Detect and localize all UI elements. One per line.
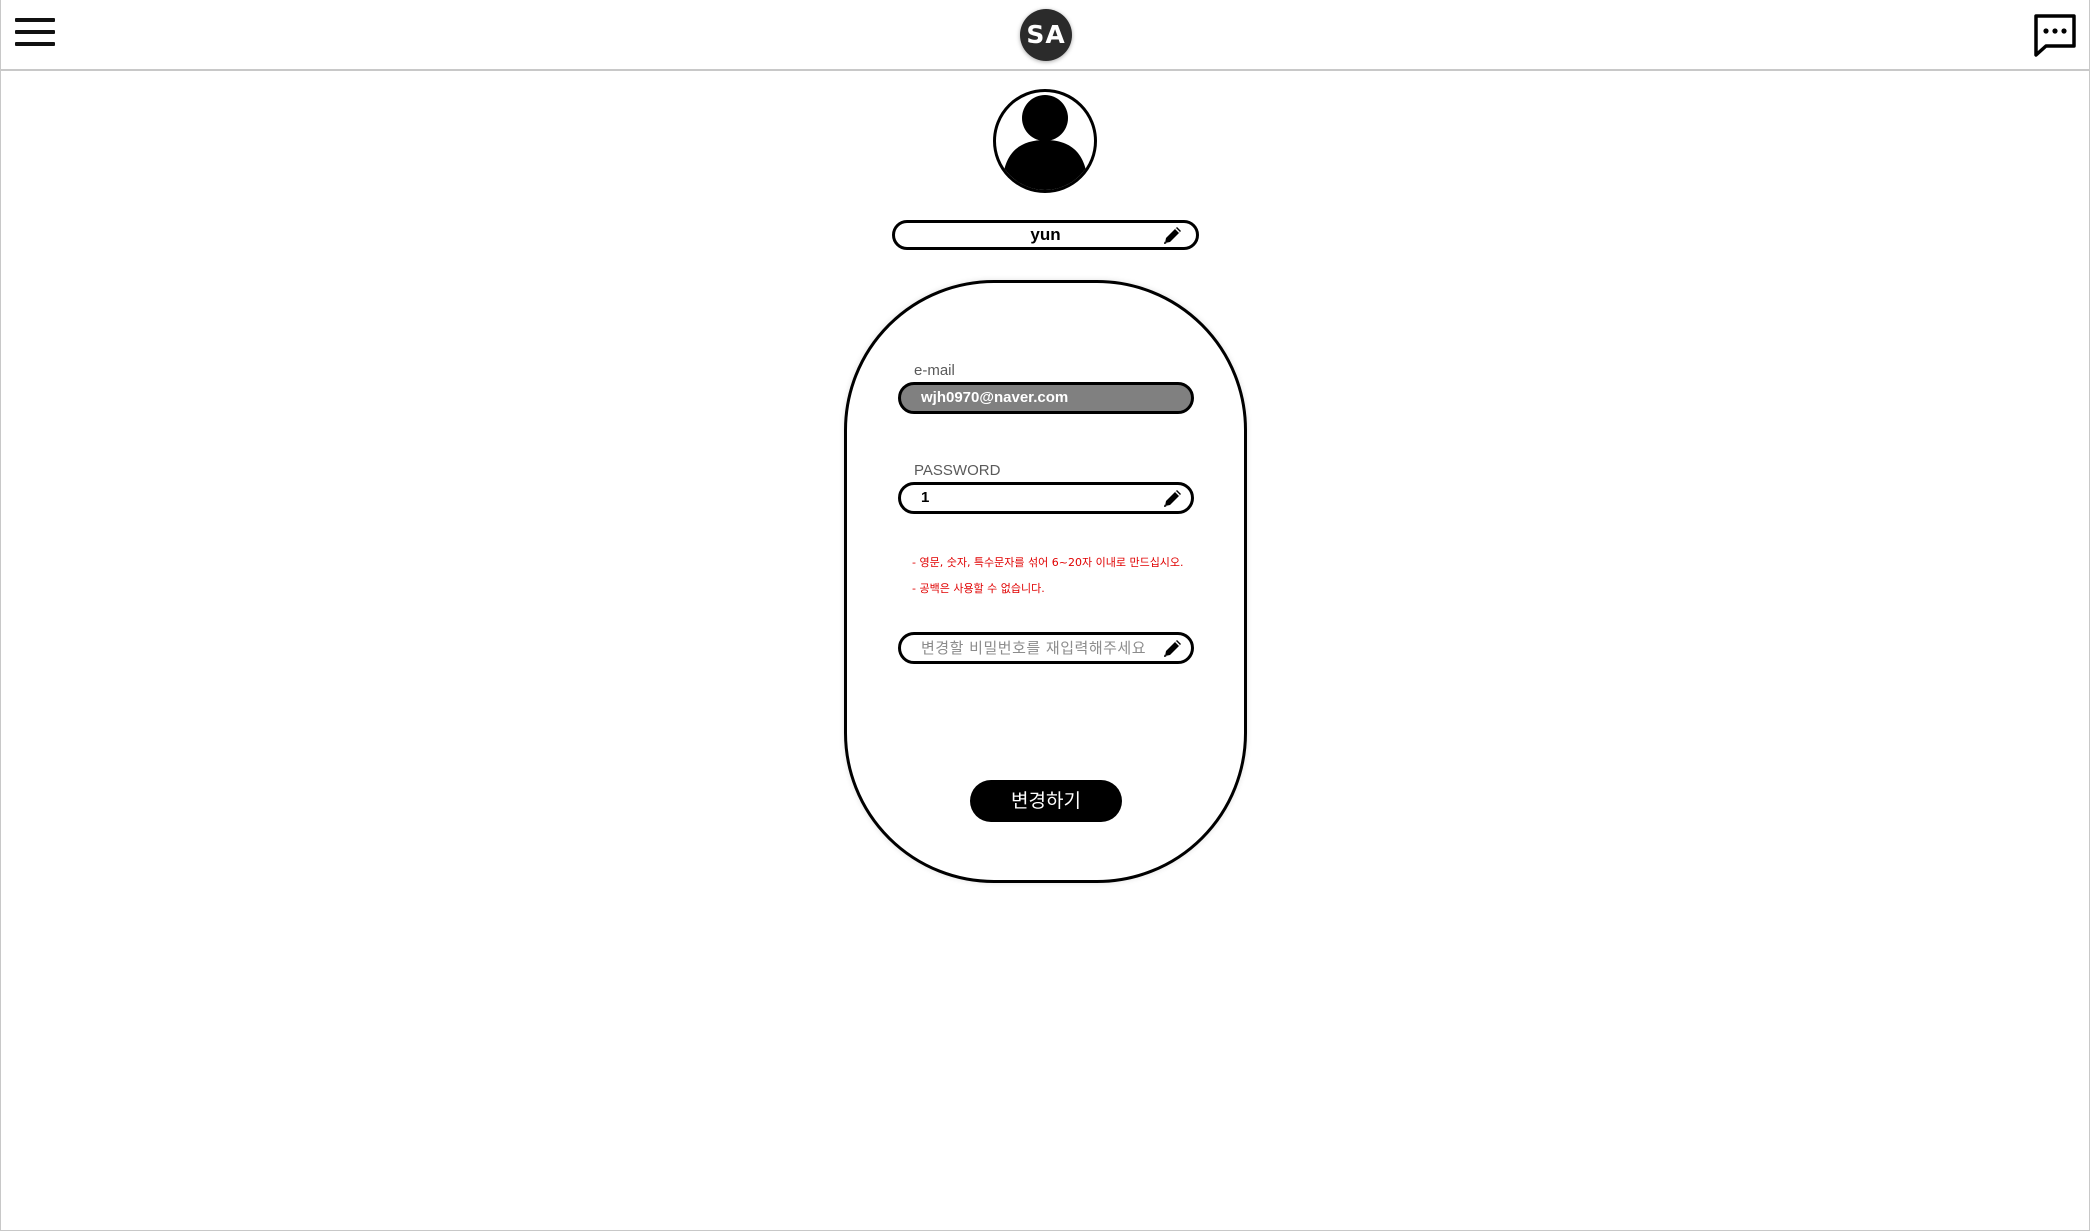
password-hint: - 공백은 사용할 수 없습니다. [912,582,1045,595]
password-hint: - 영문, 숫자, 특수문자를 섞어 6~20자 이내로 만드십시오. [912,556,1184,569]
password-label: PASSWORD [914,462,1001,479]
profile-page: SA yun e-mail wjh0970@naver.com PASSWORD… [0,0,2090,1231]
pencil-icon[interactable] [1162,637,1184,659]
password-confirm-placeholder: 변경할 비밀번호를 재입력해주세요 [921,639,1147,657]
app-logo[interactable]: SA [1020,9,1072,61]
chat-bubble-icon[interactable] [2032,12,2078,58]
nickname-value: yun [1030,225,1061,244]
nickname-field[interactable]: yun [892,220,1199,250]
email-label: e-mail [914,362,955,379]
user-avatar-icon[interactable] [993,89,1097,193]
email-field: wjh0970@naver.com [898,382,1194,414]
password-confirm-field[interactable]: 변경할 비밀번호를 재입력해주세요 [898,632,1194,664]
password-value: 1 [921,489,930,506]
pencil-icon[interactable] [1162,487,1184,509]
pencil-icon[interactable] [1162,224,1184,246]
password-field[interactable]: 1 [898,482,1194,514]
top-header: SA [1,0,2089,71]
email-value: wjh0970@naver.com [921,389,1069,406]
hamburger-menu-icon[interactable] [15,16,55,48]
change-submit-button[interactable]: 변경하기 [970,780,1122,822]
